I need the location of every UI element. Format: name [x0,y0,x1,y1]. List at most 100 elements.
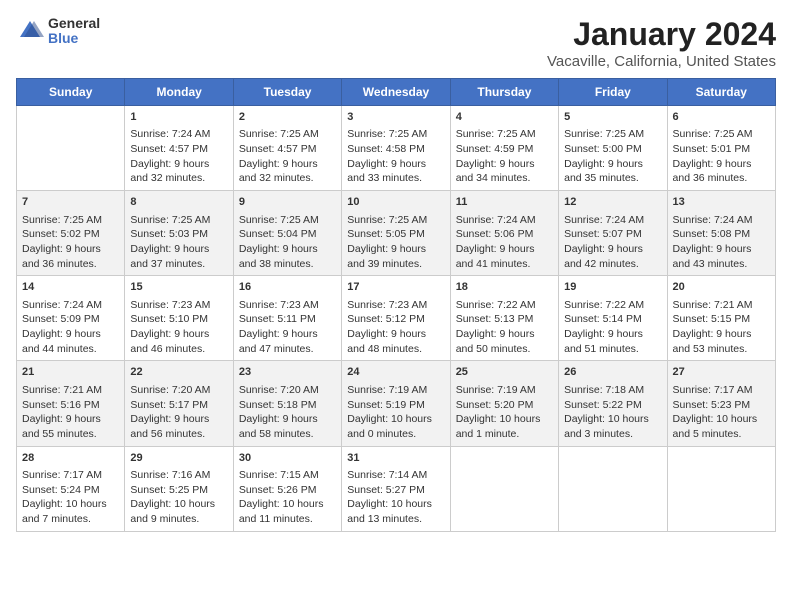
cell-info: Sunrise: 7:18 AM [564,383,661,398]
cell-info: Sunrise: 7:19 AM [456,383,553,398]
cell-info: and 36 minutes. [673,171,770,186]
cell-info: Sunrise: 7:20 AM [130,383,227,398]
cell-info: Sunrise: 7:24 AM [673,213,770,228]
day-number: 26 [564,365,661,380]
cell-info: Sunset: 4:58 PM [347,142,444,157]
calendar-cell: 27Sunrise: 7:17 AMSunset: 5:23 PMDayligh… [667,361,775,446]
day-number: 31 [347,451,444,466]
subtitle: Vacaville, California, United States [547,53,776,70]
day-number: 12 [564,195,661,210]
cell-info: Sunset: 5:16 PM [22,398,119,413]
calendar-cell: 14Sunrise: 7:24 AMSunset: 5:09 PMDayligh… [17,276,125,361]
cell-info: Sunrise: 7:20 AM [239,383,336,398]
cell-info: Sunset: 4:59 PM [456,142,553,157]
cell-info: Sunset: 5:01 PM [673,142,770,157]
day-number: 5 [564,110,661,125]
week-row-3: 14Sunrise: 7:24 AMSunset: 5:09 PMDayligh… [17,276,776,361]
calendar-cell: 31Sunrise: 7:14 AMSunset: 5:27 PMDayligh… [342,446,450,531]
cell-info: Daylight: 9 hours [130,242,227,257]
cell-info: and 53 minutes. [673,342,770,357]
calendar-cell: 13Sunrise: 7:24 AMSunset: 5:08 PMDayligh… [667,191,775,276]
cell-info: and 41 minutes. [456,257,553,272]
cell-info: Sunset: 5:07 PM [564,227,661,242]
cell-info: Sunset: 5:09 PM [22,312,119,327]
cell-info: Daylight: 9 hours [564,157,661,172]
cell-info: Sunrise: 7:24 AM [22,298,119,313]
cell-info: Sunrise: 7:16 AM [130,468,227,483]
day-number: 18 [456,280,553,295]
calendar-cell: 10Sunrise: 7:25 AMSunset: 5:05 PMDayligh… [342,191,450,276]
cell-info: Sunset: 5:03 PM [130,227,227,242]
calendar-cell: 21Sunrise: 7:21 AMSunset: 5:16 PMDayligh… [17,361,125,446]
cell-info: Sunrise: 7:23 AM [347,298,444,313]
cell-info: Sunset: 5:08 PM [673,227,770,242]
calendar-cell: 8Sunrise: 7:25 AMSunset: 5:03 PMDaylight… [125,191,233,276]
cell-info: Daylight: 10 hours [239,497,336,512]
cell-info: Sunrise: 7:25 AM [239,127,336,142]
day-number: 3 [347,110,444,125]
calendar-cell [450,446,558,531]
cell-info: Daylight: 9 hours [22,412,119,427]
header-row: SundayMondayTuesdayWednesdayThursdayFrid… [17,79,776,106]
calendar-cell: 30Sunrise: 7:15 AMSunset: 5:26 PMDayligh… [233,446,341,531]
cell-info: Sunrise: 7:24 AM [564,213,661,228]
cell-info: and 1 minute. [456,427,553,442]
cell-info: Daylight: 10 hours [130,497,227,512]
cell-info: Daylight: 9 hours [239,327,336,342]
cell-info: Sunrise: 7:25 AM [347,213,444,228]
page-header: General Blue January 2024 Vacaville, Cal… [16,16,776,70]
cell-info: Sunrise: 7:21 AM [673,298,770,313]
cell-info: and 43 minutes. [673,257,770,272]
cell-info: and 13 minutes. [347,512,444,527]
day-number: 8 [130,195,227,210]
calendar-cell: 9Sunrise: 7:25 AMSunset: 5:04 PMDaylight… [233,191,341,276]
cell-info: Daylight: 9 hours [239,412,336,427]
day-number: 4 [456,110,553,125]
cell-info: Sunrise: 7:24 AM [456,213,553,228]
cell-info: Sunset: 5:00 PM [564,142,661,157]
cell-info: Sunset: 5:15 PM [673,312,770,327]
calendar-cell: 7Sunrise: 7:25 AMSunset: 5:02 PMDaylight… [17,191,125,276]
cell-info: Daylight: 9 hours [564,327,661,342]
cell-info: Daylight: 10 hours [347,412,444,427]
calendar-cell [559,446,667,531]
cell-info: Sunset: 5:04 PM [239,227,336,242]
cell-info: Sunset: 5:02 PM [22,227,119,242]
cell-info: Sunrise: 7:17 AM [673,383,770,398]
day-number: 13 [673,195,770,210]
cell-info: and 34 minutes. [456,171,553,186]
cell-info: and 47 minutes. [239,342,336,357]
day-number: 17 [347,280,444,295]
day-number: 9 [239,195,336,210]
calendar-cell: 28Sunrise: 7:17 AMSunset: 5:24 PMDayligh… [17,446,125,531]
cell-info: Sunset: 5:24 PM [22,483,119,498]
cell-info: and 33 minutes. [347,171,444,186]
cell-info: Sunrise: 7:25 AM [347,127,444,142]
cell-info: Sunset: 5:18 PM [239,398,336,413]
calendar-cell: 6Sunrise: 7:25 AMSunset: 5:01 PMDaylight… [667,106,775,191]
cell-info: and 32 minutes. [239,171,336,186]
day-number: 23 [239,365,336,380]
cell-info: Sunset: 4:57 PM [239,142,336,157]
cell-info: Sunrise: 7:25 AM [564,127,661,142]
header-day-saturday: Saturday [667,79,775,106]
cell-info: and 3 minutes. [564,427,661,442]
calendar-table: SundayMondayTuesdayWednesdayThursdayFrid… [16,78,776,532]
calendar-cell: 24Sunrise: 7:19 AMSunset: 5:19 PMDayligh… [342,361,450,446]
day-number: 6 [673,110,770,125]
cell-info: and 42 minutes. [564,257,661,272]
logo-general: General [48,16,100,31]
calendar-cell: 29Sunrise: 7:16 AMSunset: 5:25 PMDayligh… [125,446,233,531]
cell-info: Daylight: 9 hours [22,242,119,257]
cell-info: Daylight: 10 hours [456,412,553,427]
cell-info: Daylight: 10 hours [673,412,770,427]
logo-icon [16,17,44,45]
cell-info: and 37 minutes. [130,257,227,272]
calendar-cell: 15Sunrise: 7:23 AMSunset: 5:10 PMDayligh… [125,276,233,361]
cell-info: Sunset: 5:12 PM [347,312,444,327]
day-number: 10 [347,195,444,210]
cell-info: and 39 minutes. [347,257,444,272]
day-number: 19 [564,280,661,295]
calendar-cell: 25Sunrise: 7:19 AMSunset: 5:20 PMDayligh… [450,361,558,446]
header-day-thursday: Thursday [450,79,558,106]
